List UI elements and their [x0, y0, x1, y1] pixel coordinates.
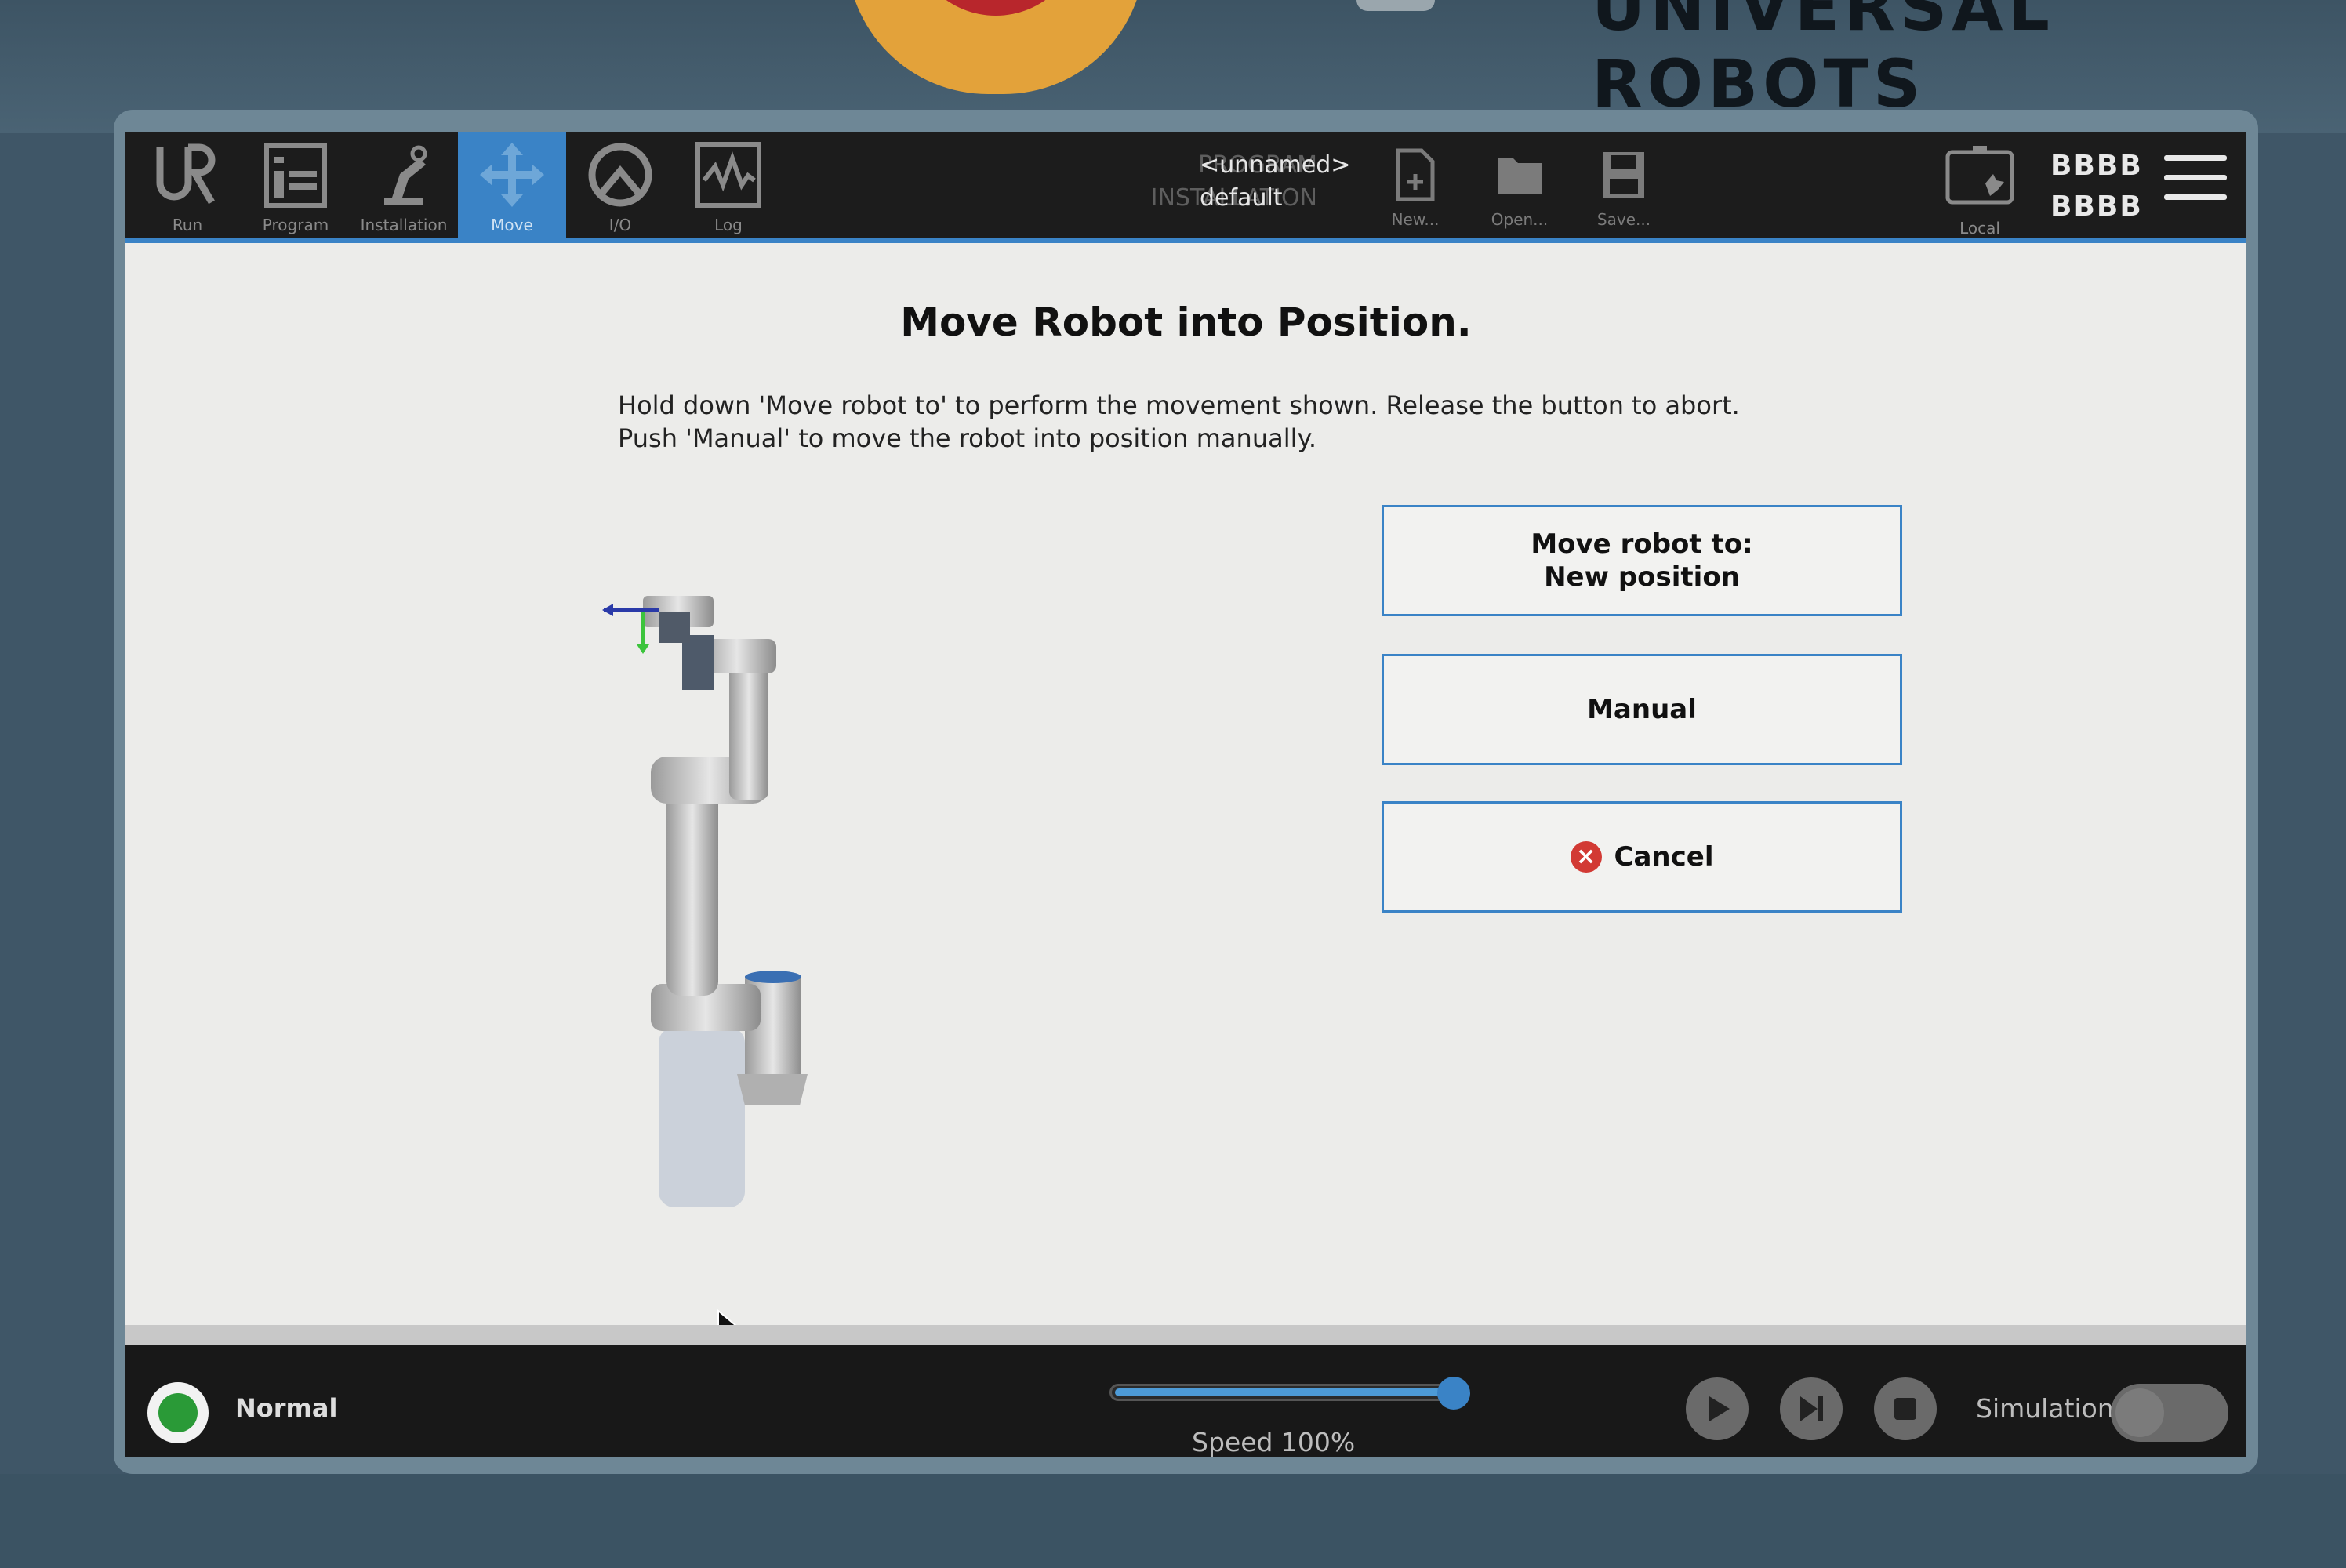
local-control-button[interactable]: Local — [1933, 140, 2027, 238]
save-program-label: Save... — [1596, 210, 1651, 229]
installation-name: default — [1200, 184, 1283, 212]
robot-status-indicator-icon[interactable] — [147, 1382, 209, 1443]
simulation-toggle[interactable] — [2111, 1384, 2228, 1442]
installation-icon — [384, 145, 427, 205]
program-name: <unnamed> — [1200, 151, 1351, 179]
program-info-values: <unnamed> default — [1200, 149, 1350, 215]
step-button[interactable] — [1780, 1377, 1843, 1440]
cancel-button-label: Cancel — [1614, 841, 1714, 873]
open-program-label: Open... — [1491, 210, 1549, 229]
local-control-label: Local — [1959, 219, 2000, 238]
local-pendant-icon — [1945, 146, 2014, 205]
speed-label: Speed 100% — [1192, 1427, 1356, 1457]
pendant-screen: Run Program Installation Move I/O Log PR… — [125, 132, 2246, 1457]
robot-arm-preview — [602, 596, 808, 1207]
ur-logo-icon — [156, 143, 216, 205]
user-line-1: BBBB — [2050, 150, 2143, 182]
emergency-stop-cap[interactable] — [910, 0, 1082, 16]
move-arrows-icon — [480, 143, 544, 207]
user-line-2: BBBB — [2050, 191, 2143, 223]
move-robot-dialog: Move Robot into Position. Hold down 'Mov… — [125, 243, 2246, 1345]
instruction-line-2: Push 'Manual' to move the robot into pos… — [618, 423, 1317, 453]
top-toolbar: Run Program Installation Move I/O Log PR… — [125, 132, 2246, 243]
move-robot-to-label: Move robot to: — [1531, 528, 1753, 560]
save-disk-icon — [1603, 152, 1644, 198]
user-identifier: BBBB BBBB — [2050, 146, 2143, 227]
play-icon — [1709, 1396, 1730, 1421]
new-program-button[interactable]: New... — [1372, 140, 1458, 234]
program-icon — [264, 143, 327, 208]
dialog-title: Move Robot into Position. — [900, 299, 1472, 345]
robot-status-text: Normal — [235, 1393, 338, 1423]
tab-program[interactable]: Program — [242, 132, 350, 238]
log-waveform-icon — [695, 142, 761, 208]
move-robot-target-label: New position — [1544, 561, 1740, 593]
stop-icon — [1894, 1398, 1916, 1420]
play-button[interactable] — [1686, 1377, 1749, 1440]
manual-button-label: Manual — [1587, 694, 1697, 725]
tab-move-label: Move — [491, 216, 533, 234]
new-file-icon — [1396, 148, 1435, 201]
manual-button[interactable]: Manual — [1382, 654, 1902, 765]
tab-log[interactable]: Log — [674, 132, 783, 238]
tab-io-label: I/O — [608, 216, 632, 234]
content-bottom-bar — [125, 1325, 2246, 1345]
speed-slider-fill — [1115, 1388, 1457, 1396]
io-icon — [588, 143, 652, 207]
bottom-status-bar: Normal Speed 100% Simulation — [125, 1345, 2246, 1457]
tab-log-label: Log — [714, 216, 743, 234]
hamburger-menu-icon[interactable] — [2164, 155, 2227, 210]
save-program-button[interactable]: Save... — [1581, 140, 1667, 234]
simulation-toggle-knob — [2115, 1388, 2164, 1437]
dialog-instructions: Hold down 'Move robot to' to perform the… — [618, 389, 1740, 455]
step-icon — [1800, 1396, 1823, 1421]
tab-installation[interactable]: Installation — [350, 132, 458, 238]
robot-ghost-base — [659, 1027, 745, 1207]
stop-button[interactable] — [1874, 1377, 1937, 1440]
tab-program-label: Program — [262, 216, 329, 234]
speed-slider-handle[interactable] — [1437, 1377, 1470, 1410]
tab-run[interactable]: Run — [133, 132, 242, 238]
tab-move[interactable]: Move — [458, 132, 566, 238]
speed-slider[interactable] — [1109, 1377, 1470, 1410]
open-folder-icon — [1498, 158, 1542, 194]
cancel-x-icon: × — [1570, 841, 1602, 873]
simulation-label: Simulation — [1976, 1393, 2114, 1424]
cancel-button[interactable]: × Cancel — [1382, 801, 1902, 913]
brand-logo: UNIVERSAL ROBOTS — [1592, 0, 2054, 122]
tab-installation-label: Installation — [360, 216, 448, 234]
pendant-bezel-bottom — [0, 1474, 2346, 1568]
open-program-button[interactable]: Open... — [1476, 140, 1563, 234]
new-program-label: New... — [1391, 210, 1440, 229]
tab-io[interactable]: I/O — [566, 132, 674, 238]
tab-run-label: Run — [172, 216, 203, 234]
move-robot-to-button[interactable]: Move robot to: New position — [1382, 505, 1902, 616]
instruction-line-1: Hold down 'Move robot to' to perform the… — [618, 390, 1740, 420]
pendant-knob — [1356, 0, 1435, 11]
